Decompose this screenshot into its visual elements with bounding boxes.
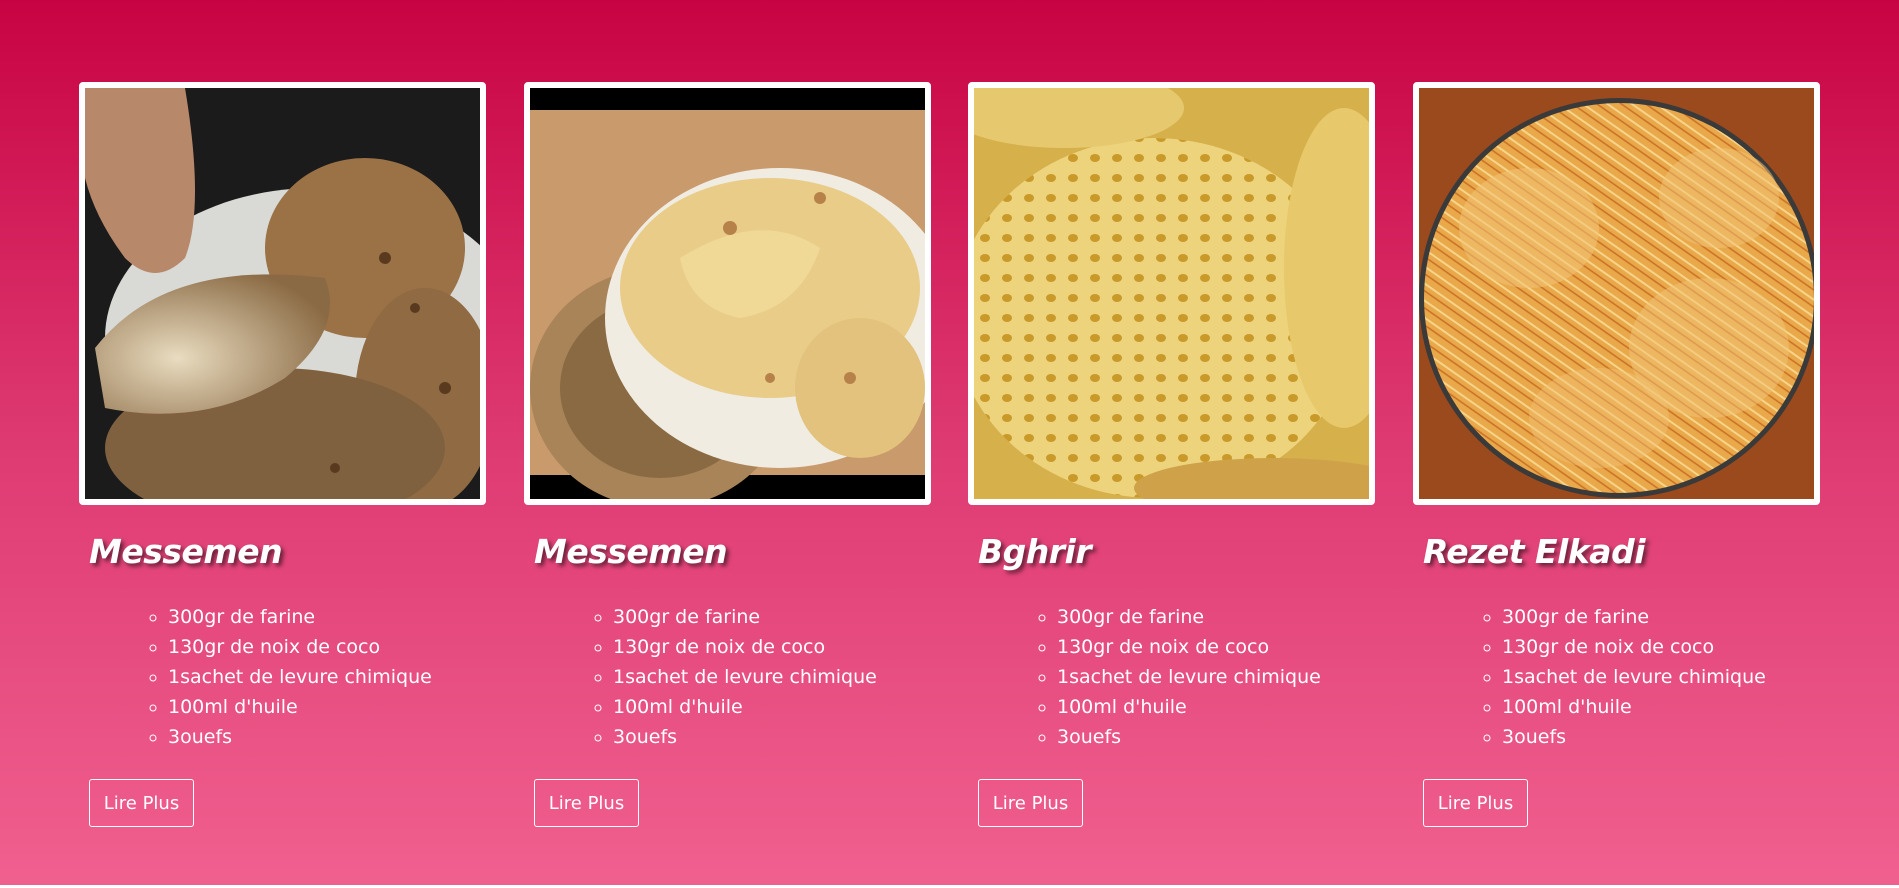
rezet-elkadi-photo xyxy=(1419,88,1814,499)
recipe-title: Rezet Elkadi xyxy=(1423,532,1646,571)
recipe-title: Bghrir xyxy=(978,532,1092,571)
ingredient-item: 1sachet de levure chimique xyxy=(168,662,486,692)
bghrir-pancake-photo xyxy=(974,88,1369,499)
ingredient-item: 130gr de noix de coco xyxy=(1502,632,1820,662)
ingredient-list: 300gr de farine 130gr de noix de coco 1s… xyxy=(968,602,1375,752)
messemen-stack-photo xyxy=(530,88,925,499)
ingredient-item: 1sachet de levure chimique xyxy=(1502,662,1820,692)
ingredient-item: 130gr de noix de coco xyxy=(613,632,931,662)
ingredient-item: 100ml d'huile xyxy=(1502,692,1820,722)
ingredient-item: 100ml d'huile xyxy=(168,692,486,722)
messemen-folded-photo xyxy=(85,88,480,499)
recipe-image[interactable] xyxy=(79,82,486,505)
ingredient-item: 3ouefs xyxy=(1502,722,1820,752)
recipe-card: Messemen 300gr de farine 130gr de noix d… xyxy=(524,82,931,827)
recipe-image[interactable] xyxy=(1413,82,1820,505)
ingredient-item: 300gr de farine xyxy=(1502,602,1820,632)
ingredient-list: 300gr de farine 130gr de noix de coco 1s… xyxy=(524,602,931,752)
read-more-button[interactable]: Lire Plus xyxy=(1423,779,1528,827)
recipe-title: Messemen xyxy=(89,532,283,571)
ingredient-item: 130gr de noix de coco xyxy=(168,632,486,662)
ingredient-item: 3ouefs xyxy=(613,722,931,752)
recipes-section: Messemen 300gr de farine 130gr de noix d… xyxy=(0,0,1899,885)
ingredient-item: 300gr de farine xyxy=(613,602,931,632)
ingredient-list: 300gr de farine 130gr de noix de coco 1s… xyxy=(1413,602,1820,752)
read-more-button[interactable]: Lire Plus xyxy=(534,779,639,827)
ingredient-item: 130gr de noix de coco xyxy=(1057,632,1375,662)
read-more-button[interactable]: Lire Plus xyxy=(89,779,194,827)
ingredient-item: 1sachet de levure chimique xyxy=(1057,662,1375,692)
ingredient-item: 100ml d'huile xyxy=(1057,692,1375,722)
read-more-button[interactable]: Lire Plus xyxy=(978,779,1083,827)
recipe-card: Rezet Elkadi 300gr de farine 130gr de no… xyxy=(1413,82,1820,827)
ingredient-item: 1sachet de levure chimique xyxy=(613,662,931,692)
recipe-card: Messemen 300gr de farine 130gr de noix d… xyxy=(79,82,486,827)
ingredient-item: 3ouefs xyxy=(1057,722,1375,752)
ingredient-list: 300gr de farine 130gr de noix de coco 1s… xyxy=(79,602,486,752)
ingredient-item: 300gr de farine xyxy=(1057,602,1375,632)
recipe-title: Messemen xyxy=(534,532,728,571)
recipe-card: Bghrir 300gr de farine 130gr de noix de … xyxy=(968,82,1375,827)
ingredient-item: 300gr de farine xyxy=(168,602,486,632)
ingredient-item: 100ml d'huile xyxy=(613,692,931,722)
ingredient-item: 3ouefs xyxy=(168,722,486,752)
recipe-image[interactable] xyxy=(524,82,931,505)
recipe-image[interactable] xyxy=(968,82,1375,505)
